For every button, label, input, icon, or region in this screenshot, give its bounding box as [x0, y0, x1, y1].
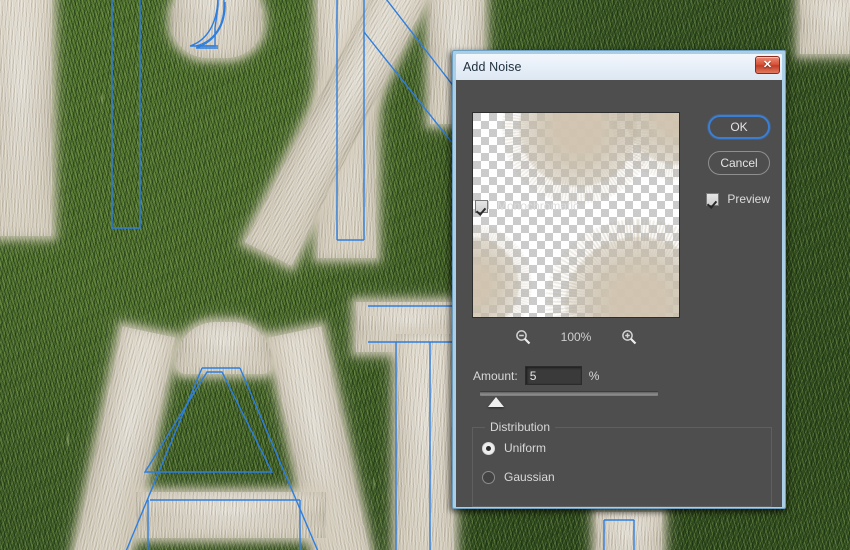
- preview-blob-bottom-left: [473, 237, 519, 317]
- radio-option-uniform[interactable]: Uniform: [482, 441, 546, 455]
- checkmark-icon[interactable]: [706, 192, 720, 206]
- radio-option-gaussian[interactable]: Gaussian: [482, 470, 555, 484]
- radio-uniform-icon[interactable]: [482, 441, 495, 455]
- close-glyph: ✕: [762, 58, 773, 71]
- amount-slider-track[interactable]: [480, 391, 658, 396]
- image-canvas[interactable]: Add Noise ✕ 100% Amount: 5 % Distributio…: [0, 0, 850, 550]
- add-noise-dialog[interactable]: Add Noise ✕ 100% Amount: 5 % Distributio…: [452, 50, 786, 509]
- distribution-legend: Distribution: [485, 420, 556, 434]
- cancel-button[interactable]: Cancel: [708, 151, 770, 175]
- zoom-in-icon[interactable]: [621, 329, 637, 345]
- amount-label: Amount:: [473, 368, 518, 383]
- radio-gaussian-icon[interactable]: [482, 470, 495, 484]
- distribution-group: Distribution Uniform Gaussian: [472, 420, 772, 507]
- noise-preview-canvas[interactable]: [472, 112, 680, 318]
- amount-row: Amount: %: [473, 366, 599, 385]
- preview-blob-bottom-right: [565, 237, 679, 317]
- dialog-titlebar[interactable]: Add Noise ✕: [456, 54, 782, 80]
- preview-toggle-label: Preview: [727, 192, 770, 206]
- zoom-level-label: 100%: [560, 330, 592, 344]
- amount-unit-label: %: [588, 368, 600, 383]
- radio-uniform-label: Uniform: [504, 441, 547, 455]
- ok-button-label: OK: [730, 120, 748, 134]
- amount-slider[interactable]: [480, 391, 658, 411]
- cancel-button-label: Cancel: [720, 156, 758, 170]
- preview-zoom-controls: 100%: [472, 325, 680, 349]
- dialog-title: Add Noise: [463, 60, 522, 74]
- monochromatic-label: Monochromatic: [497, 199, 580, 213]
- radio-gaussian-label: Gaussian: [504, 470, 555, 484]
- dialog-body: 100% Amount: % Distribution: [456, 80, 782, 507]
- preview-checkbox-row[interactable]: Preview: [706, 192, 770, 206]
- monochromatic-checkbox-row[interactable]: Monochromatic: [475, 199, 579, 213]
- ok-button[interactable]: OK: [708, 115, 770, 139]
- preview-blob-top-right: [625, 113, 679, 165]
- checkmark-icon[interactable]: [475, 199, 488, 213]
- amount-slider-thumb[interactable]: [488, 397, 505, 407]
- zoom-out-icon[interactable]: [515, 329, 531, 345]
- close-icon[interactable]: ✕: [755, 56, 780, 74]
- amount-input[interactable]: [524, 366, 582, 385]
